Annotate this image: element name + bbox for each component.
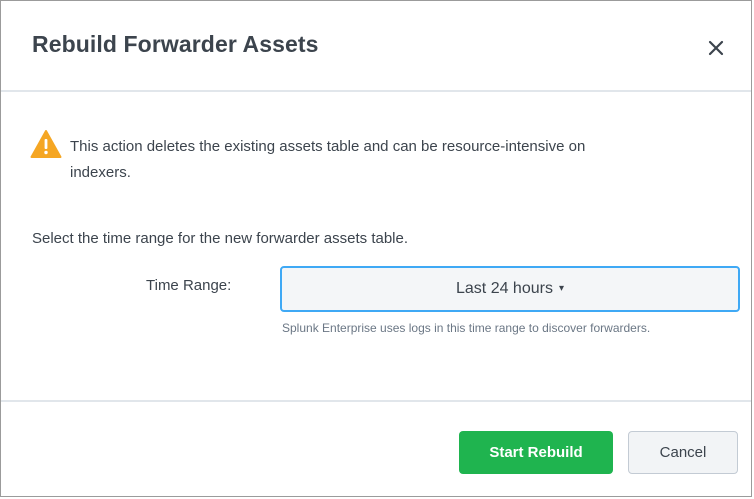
- time-range-label: Time Range:: [146, 277, 232, 294]
- close-icon[interactable]: [705, 37, 727, 59]
- rebuild-forwarder-assets-dialog: Rebuild Forwarder Assets This action del…: [0, 0, 752, 497]
- time-range-dropdown[interactable]: Last 24 hours ▾: [280, 266, 740, 312]
- warning-message: This action deletes the existing assets …: [70, 138, 586, 181]
- cancel-button[interactable]: Cancel: [628, 431, 738, 474]
- start-rebuild-button[interactable]: Start Rebuild: [459, 431, 613, 474]
- dialog-title: Rebuild Forwarder Assets: [32, 31, 319, 57]
- footer-divider: [1, 400, 751, 402]
- warning-icon: [30, 129, 62, 159]
- time-range-value: Last 24 hours: [456, 280, 553, 297]
- time-range-instruction: Select the time range for the new forwar…: [32, 230, 409, 247]
- caret-down-icon: ▾: [558, 282, 564, 294]
- dialog-header: Rebuild Forwarder Assets: [1, 1, 751, 92]
- time-range-help-text: Splunk Enterprise uses logs in this time…: [282, 321, 651, 335]
